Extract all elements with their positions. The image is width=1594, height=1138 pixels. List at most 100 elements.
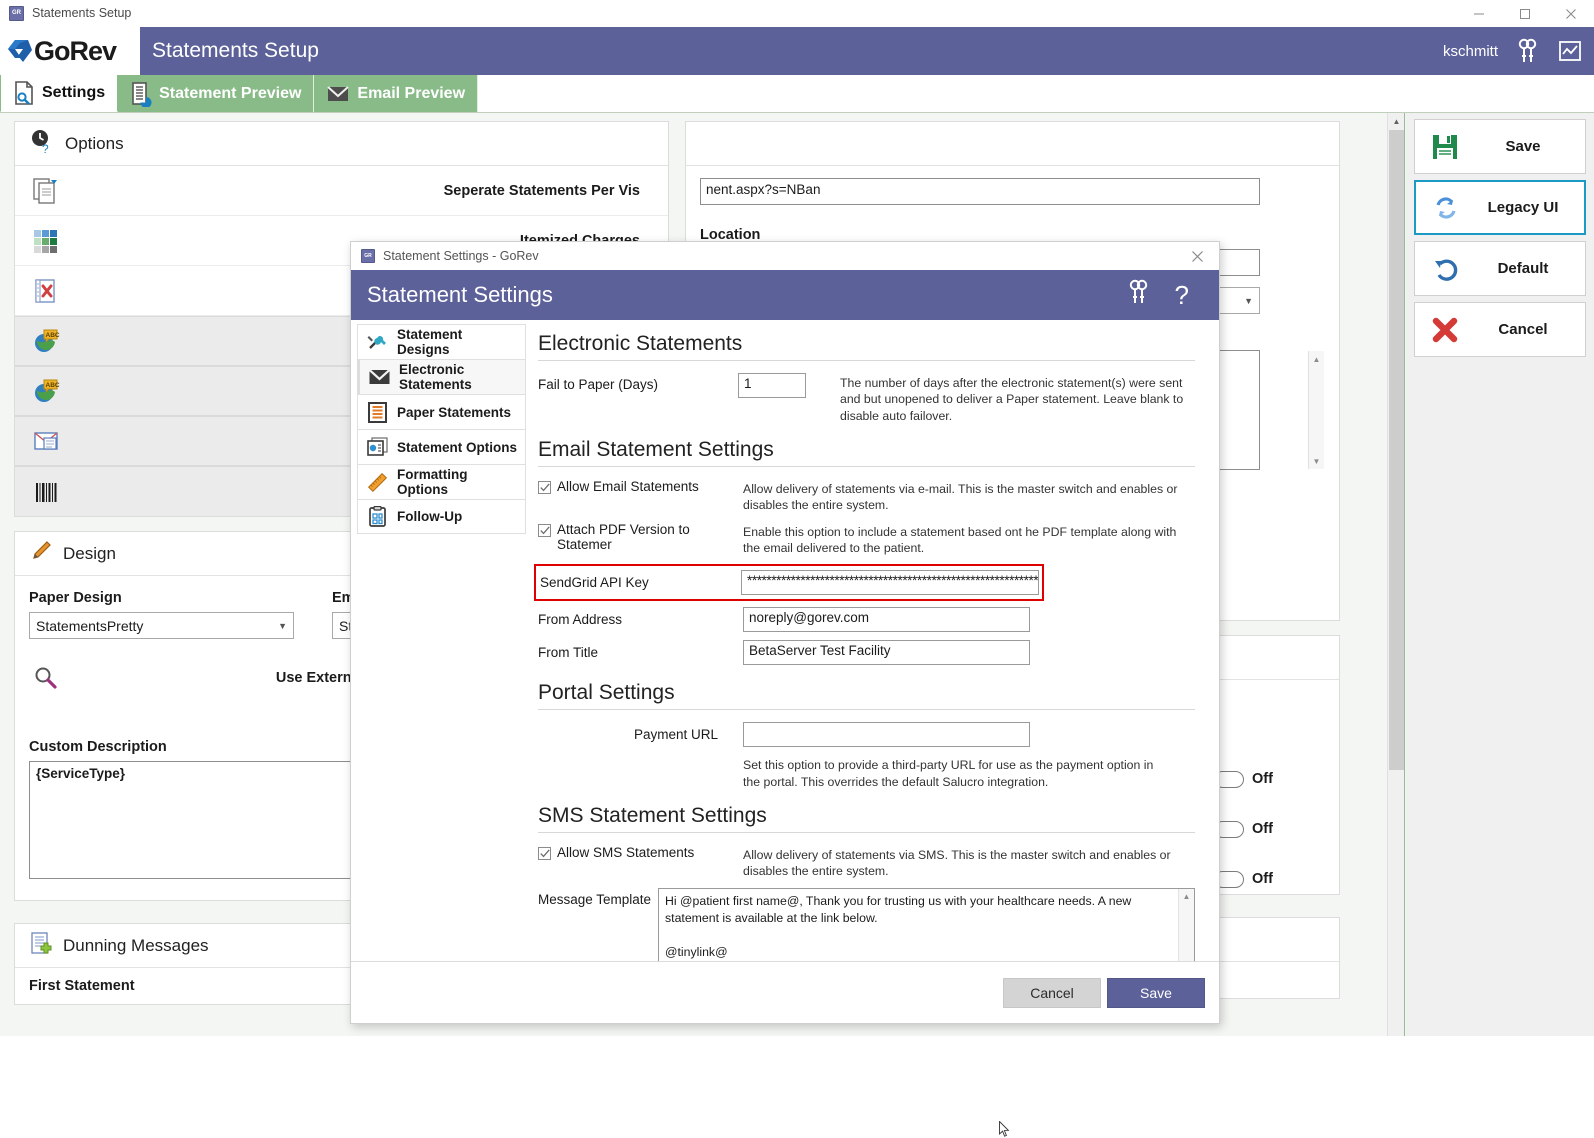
email-settings-section-title: Email Statement Settings [538,438,1195,462]
options-panel-title: Options [65,134,124,154]
tab-statement-preview[interactable]: Statement Preview [118,75,314,112]
dialog-banner: Statement Settings ? [351,270,1219,320]
paper-design-value: StatementsPretty [36,618,143,634]
svg-text:ABC: ABC [46,382,60,389]
legacy-ui-button[interactable]: Legacy UI [1414,180,1586,235]
payment-url-label: Payment URL [538,727,743,742]
legacy-ui-button-label: Legacy UI [1474,199,1572,216]
dialog-main-content: Electronic Statements Fail to Paper (Day… [526,320,1219,963]
magnifier-icon [29,665,63,691]
portal-url-field[interactable]: nent.aspx?s=NBan [700,178,1260,205]
help-question-icon[interactable]: ? [1175,282,1189,308]
scroll-down-arrow-icon[interactable]: ▼ [1309,453,1324,469]
keys-icon[interactable] [1127,279,1151,311]
attach-pdf-description: Enable this option to include a statemen… [743,522,1195,557]
from-address-input[interactable]: noreply@gorev.com [743,607,1030,632]
attach-pdf-checkbox[interactable] [538,524,551,537]
payment-url-input[interactable] [743,722,1030,747]
close-icon[interactable] [1175,242,1219,270]
gorev-app-icon: GR [361,249,375,263]
envelope-icon [368,369,390,385]
allow-sms-statements-row[interactable]: Allow SMS Statements Allow delivery of s… [538,845,1195,880]
toggle-label-2: Off [1252,821,1273,837]
scrollbar-thumb[interactable] [1389,130,1404,770]
dialog-cancel-button[interactable]: Cancel [1003,978,1101,1008]
allow-email-statements-checkbox[interactable] [538,481,551,494]
envelope-icon [326,83,350,105]
action-rail: Save Legacy UI Default Cancel [1406,113,1594,1036]
message-template-label: Message Template [538,888,658,907]
floppy-save-icon [1427,132,1463,162]
minimize-icon[interactable] [1456,0,1502,27]
nav-item-follow-up[interactable]: Follow-Up [357,499,526,534]
chevron-down-icon: ▼ [1244,296,1253,306]
option-row-separate-statements[interactable]: Seperate Statements Per Vis [15,166,668,216]
clock-question-icon: ? [29,128,55,159]
barcode-icon [29,478,63,506]
sms-settings-section-title: SMS Statement Settings [538,804,1195,828]
gorev-logo-mark [6,36,36,66]
nav-item-statement-options[interactable]: Statement Options [357,429,526,464]
clipboard-icon [366,506,388,527]
chart-icon[interactable] [1558,39,1582,63]
document-x-icon [29,277,63,305]
svg-text:?: ? [42,142,49,154]
tools-icon [366,332,388,352]
nav-item-paper-statements[interactable]: Paper Statements [357,394,526,429]
tab-email-preview[interactable]: Email Preview [314,75,478,112]
dialog-banner-title: Statement Settings [367,282,553,308]
nav-item-statement-designs[interactable]: Statement Designs [357,324,526,359]
gorev-app-icon: GR [9,6,24,21]
save-button-label: Save [1473,138,1573,155]
save-button[interactable]: Save [1414,119,1586,174]
paper-design-select[interactable]: StatementsPretty ▼ [29,612,294,639]
fail-to-paper-input[interactable]: 1 [738,373,806,398]
nav-item-paper-statements-label: Paper Statements [397,405,511,420]
sendgrid-api-key-input[interactable]: ****************************************… [741,570,1039,595]
window-controls [1456,0,1594,27]
design-panel-title: Design [63,544,116,564]
sendgrid-api-key-label: SendGrid API Key [540,575,741,590]
tab-settings-label: Settings [42,84,105,102]
scroll-up-arrow-icon[interactable]: ▲ [1309,351,1324,367]
undo-arrow-icon [1427,254,1463,284]
tab-email-preview-label: Email Preview [357,85,465,103]
cancel-button[interactable]: Cancel [1414,302,1586,357]
header-right-group: kschmitt [1443,38,1594,64]
message-template-textarea[interactable]: Hi @patient first name@, Thank you for t… [658,888,1195,963]
os-window-title: Statements Setup [32,6,131,20]
nav-item-electronic-statements-label: Electronic Statements [399,362,517,392]
ruler-icon [366,472,388,493]
globe-abc-icon: ABC [29,377,63,405]
document-search-icon [13,80,35,106]
scroll-up-arrow-icon[interactable]: ▲ [1388,113,1405,130]
allow-sms-statements-checkbox[interactable] [538,847,551,860]
message-template-wrapper: Hi @patient first name@, Thank you for t… [658,888,1195,963]
from-title-input[interactable]: BetaServer Test Facility [743,640,1030,665]
message-template-scrollbar[interactable]: ▲ ▼ [1178,889,1194,963]
attach-pdf-label: Attach PDF Version to Statemer [557,522,743,552]
refresh-cycle-icon [1428,193,1464,223]
payment-url-description: Set this option to provide a third-party… [743,755,1163,790]
default-button[interactable]: Default [1414,241,1586,296]
keys-icon[interactable] [1516,38,1540,64]
dialog-save-button[interactable]: Save [1107,978,1205,1008]
nav-item-formatting-options[interactable]: Formatting Options [357,464,526,499]
scroll-up-arrow-icon[interactable]: ▲ [1179,889,1194,905]
from-address-row: From Address noreply@gorev.com [538,607,1195,632]
allow-email-statements-label: Allow Email Statements [557,479,699,494]
allow-email-statements-row[interactable]: Allow Email Statements Allow delivery of… [538,479,1195,514]
toggle-label-3: Off [1252,871,1273,887]
content-vertical-scrollbar[interactable]: ▲ [1387,113,1404,1036]
gorev-logo: GoRev [0,27,140,75]
fail-to-paper-label: Fail to Paper (Days) [538,373,738,392]
right-textarea-scrollbar[interactable]: ▲ ▼ [1308,351,1324,469]
os-title-bar: GR Statements Setup [0,0,1594,27]
maximize-icon[interactable] [1502,0,1548,27]
attach-pdf-row[interactable]: Attach PDF Version to Statemer Enable th… [538,522,1195,557]
electronic-statements-section-title: Electronic Statements [538,332,1195,356]
tab-settings[interactable]: Settings [0,74,118,112]
nav-item-electronic-statements[interactable]: Electronic Statements [357,359,526,394]
close-icon[interactable] [1548,0,1594,27]
from-address-label: From Address [538,612,743,627]
